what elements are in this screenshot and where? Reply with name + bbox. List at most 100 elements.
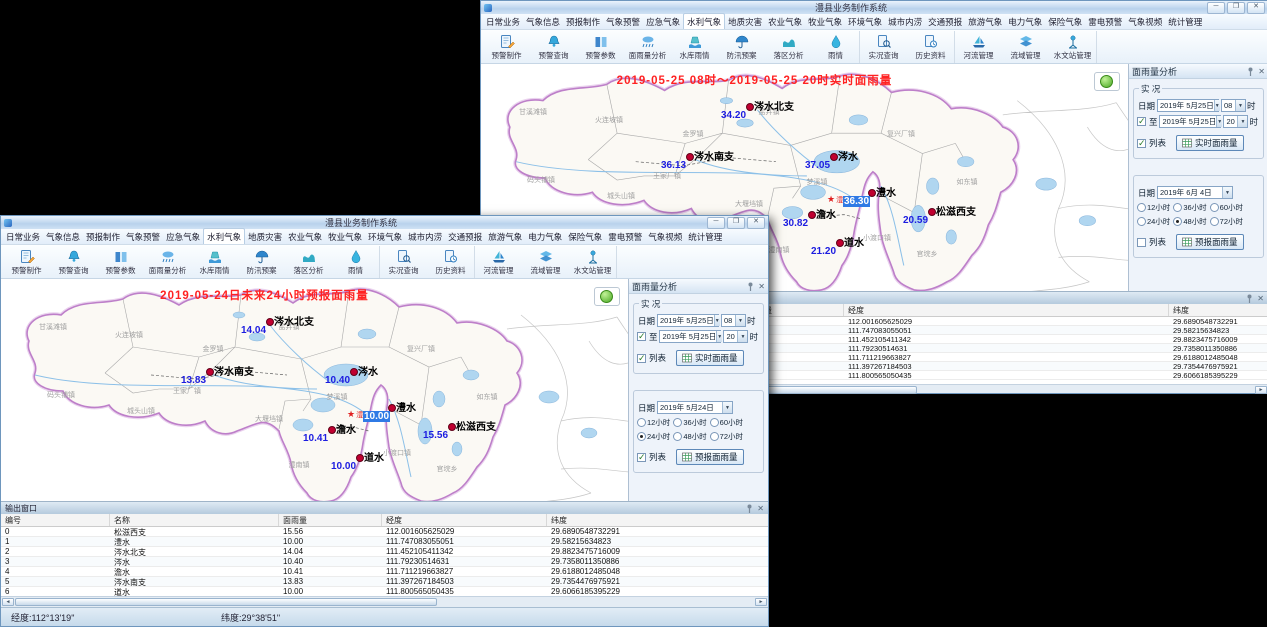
tool-history-data[interactable]: 历史资料 — [907, 31, 954, 63]
ribbon-tab[interactable]: 预报制作 — [563, 14, 603, 29]
ribbon-tab[interactable]: 保险气象 — [565, 229, 605, 244]
tool-alert-query[interactable]: 预警查询 — [530, 31, 577, 63]
forecast-rainfall-button[interactable]: 预报面雨量 — [676, 449, 744, 465]
forecast-hours-radio[interactable]: 36小时 — [1173, 202, 1206, 213]
ribbon-tab[interactable]: 城市内涝 — [405, 229, 445, 244]
panel-header[interactable]: 面雨量分析 ✕ — [1129, 64, 1267, 79]
ribbon-tab[interactable]: 地质灾害 — [725, 14, 765, 29]
obs-date-select[interactable]: 2019年 5月25日▼ — [1157, 99, 1219, 112]
obs-date2-select[interactable]: 2019年 5月25日▼ — [1159, 115, 1221, 128]
forecast-hours-radio[interactable]: 60小时 — [710, 417, 743, 428]
ribbon-tab[interactable]: 日常业务 — [3, 229, 43, 244]
tool-river-manage[interactable]: 河流管理 — [474, 246, 522, 278]
table-row[interactable]: 6 道水 10.00 111.800565050435 29.606618539… — [1, 587, 768, 596]
realtime-rainfall-button[interactable]: 实时面雨量 — [676, 350, 744, 366]
ribbon-tab[interactable]: 环境气象 — [365, 229, 405, 244]
pin-icon[interactable] — [1247, 67, 1254, 76]
ribbon-tab[interactable]: 雷电预警 — [1085, 14, 1125, 29]
tool-alert-query[interactable]: 预警查询 — [50, 246, 97, 278]
panel-close-icon[interactable]: ✕ — [1258, 67, 1265, 76]
ribbon-tab[interactable]: 预报制作 — [83, 229, 123, 244]
tool-area-rainfall[interactable]: 面雨量分析 — [144, 246, 191, 278]
ribbon-tab[interactable]: 水利气象 — [203, 228, 245, 244]
forecast-date-select[interactable]: 2019年 6月 4日▼ — [1157, 186, 1233, 199]
panel-close-icon[interactable]: ✕ — [758, 282, 765, 291]
tool-rain-info[interactable]: 雨情 — [332, 246, 379, 278]
ribbon-tab[interactable]: 旅游气象 — [965, 14, 1005, 29]
ribbon-tab[interactable]: 保险气象 — [1045, 14, 1085, 29]
ribbon-tab[interactable]: 交通预报 — [445, 229, 485, 244]
table-row[interactable]: 2 涔水北支 14.04 111.452105411342 29.8823475… — [1, 547, 768, 557]
ribbon-tab[interactable]: 农业气象 — [765, 14, 805, 29]
forecast-hours-radio[interactable]: 48小时 — [1173, 216, 1206, 227]
forecast-hours-radio[interactable]: 24小时 — [1137, 216, 1170, 227]
forecast-list-checkbox[interactable] — [637, 453, 646, 462]
scroll-right-icon[interactable]: ► — [1255, 386, 1267, 394]
forecast-hours-radio[interactable]: 36小时 — [673, 417, 706, 428]
ribbon-tab[interactable]: 地质灾害 — [245, 229, 285, 244]
forecast-rainfall-button[interactable]: 预报面雨量 — [1176, 234, 1244, 250]
ribbon-tab[interactable]: 统计管理 — [685, 229, 725, 244]
to-checkbox[interactable] — [637, 332, 646, 341]
obs-hour-from-select[interactable]: 08▼ — [1221, 99, 1246, 112]
ribbon-tab[interactable]: 农业气象 — [285, 229, 325, 244]
tool-reservoir-rain[interactable]: 水库雨情 — [191, 246, 238, 278]
ribbon-tab[interactable]: 环境气象 — [845, 14, 885, 29]
tool-hydro-station-manage[interactable]: 水文站管理 — [569, 246, 617, 278]
ribbon-tab[interactable]: 交通预报 — [925, 14, 965, 29]
ribbon-tab[interactable]: 应急气象 — [163, 229, 203, 244]
scroll-left-icon[interactable]: ◄ — [2, 598, 14, 606]
dock-close-icon[interactable]: ✕ — [1257, 294, 1264, 303]
ribbon-tab[interactable]: 气象视频 — [1125, 14, 1165, 29]
obs-hour-to-select[interactable]: 20▼ — [1223, 115, 1248, 128]
ribbon-tab[interactable]: 应急气象 — [643, 14, 683, 29]
map-canvas[interactable]: 2019-05-24日未来24小时预报面雨量 甘溪滩镇码头铺镇火连坡镇金罗镇盐井… — [1, 279, 628, 501]
table-row[interactable]: 4 澹水 10.41 111.711219663827 29.618801248… — [1, 567, 768, 577]
map-locate-button[interactable] — [1094, 72, 1120, 91]
forecast-list-checkbox[interactable] — [1137, 238, 1146, 247]
tool-alert-params[interactable]: 预警参数 — [97, 246, 144, 278]
scrollbar-thumb[interactable] — [15, 598, 437, 606]
pin-icon[interactable] — [746, 504, 753, 513]
forecast-hours-radio[interactable]: 12小时 — [637, 417, 670, 428]
tool-flood-plan[interactable]: 防汛预案 — [718, 31, 765, 63]
tool-river-manage[interactable]: 河流管理 — [954, 31, 1002, 63]
output-dock-header[interactable]: 输出窗口 ✕ — [1, 502, 768, 514]
tool-zone-analysis[interactable]: 落区分析 — [765, 31, 812, 63]
scroll-right-icon[interactable]: ► — [755, 598, 767, 606]
close-button[interactable]: ✕ — [747, 217, 765, 229]
obs-date-select[interactable]: 2019年 5月25日▼ — [657, 314, 719, 327]
titlebar[interactable]: 澧县业务制作系统 ─ ❐ ✕ — [481, 1, 1267, 14]
ribbon-tab[interactable]: 气象信息 — [43, 229, 83, 244]
ribbon-tab[interactable]: 统计管理 — [1165, 14, 1205, 29]
forecast-hours-radio[interactable]: 12小时 — [1137, 202, 1170, 213]
ribbon-tab[interactable]: 牧业气象 — [805, 14, 845, 29]
tool-rain-info[interactable]: 雨情 — [812, 31, 859, 63]
ribbon-tab[interactable]: 雷电预警 — [605, 229, 645, 244]
ribbon-tab[interactable]: 电力气象 — [525, 229, 565, 244]
tool-basin-manage[interactable]: 流域管理 — [522, 246, 569, 278]
forecast-date-select[interactable]: 2019年 5月24日▼ — [657, 401, 733, 414]
panel-header[interactable]: 面雨量分析 ✕ — [629, 279, 768, 294]
obs-hour-to-select[interactable]: 20▼ — [723, 330, 748, 343]
titlebar[interactable]: 澧县业务制作系统 ─ ❐ ✕ — [1, 216, 768, 229]
forecast-hours-radio[interactable]: 72小时 — [1210, 216, 1243, 227]
minimize-button[interactable]: ─ — [1207, 2, 1225, 14]
tool-zone-analysis[interactable]: 落区分析 — [285, 246, 332, 278]
horizontal-scrollbar[interactable]: ◄ ► — [1, 596, 768, 607]
table-row[interactable]: 0 松滋西支 15.56 112.001605625029 29.6890548… — [1, 527, 768, 537]
ribbon-tab[interactable]: 气象信息 — [523, 14, 563, 29]
tool-alert-create[interactable]: 预警制作 — [483, 31, 530, 63]
tool-basin-manage[interactable]: 流域管理 — [1002, 31, 1049, 63]
map-locate-button[interactable] — [594, 287, 620, 306]
ribbon-tab[interactable]: 水利气象 — [683, 13, 725, 29]
tool-history-data[interactable]: 历史资料 — [427, 246, 474, 278]
obs-list-checkbox[interactable] — [637, 354, 646, 363]
tool-realtime-query[interactable]: 实况查询 — [859, 31, 907, 63]
obs-list-checkbox[interactable] — [1137, 139, 1146, 148]
to-checkbox[interactable] — [1137, 117, 1146, 126]
tool-flood-plan[interactable]: 防汛预案 — [238, 246, 285, 278]
tool-realtime-query[interactable]: 实况查询 — [379, 246, 427, 278]
ribbon-tab[interactable]: 气象预警 — [603, 14, 643, 29]
ribbon-tab[interactable]: 旅游气象 — [485, 229, 525, 244]
